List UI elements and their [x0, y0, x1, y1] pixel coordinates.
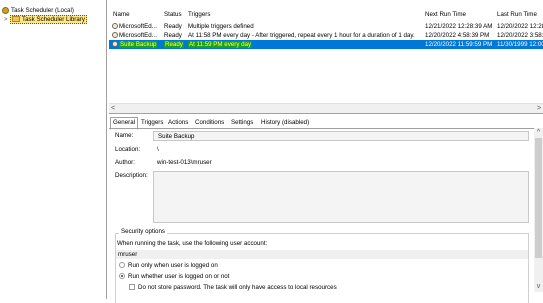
task-list: Name Status Triggers Next Run Time Last … [109, 0, 543, 114]
radio-label: Run whether user is logged on or not [128, 273, 230, 280]
column-header-status[interactable]: Status [164, 10, 182, 19]
task-status: Ready [164, 32, 182, 39]
tab-settings[interactable]: Settings [229, 118, 255, 128]
author-value: win-test-013\mruser [157, 159, 212, 166]
navigation-tree: Task Scheduler (Local) > Task Scheduler L… [0, 0, 107, 299]
checkbox-label: Do not store password. The task will onl… [138, 284, 337, 291]
task-triggers: Multiple triggers defined [188, 23, 254, 30]
column-header-name[interactable]: Name [113, 10, 130, 19]
radio-selected-icon [119, 273, 125, 280]
tree-item-root[interactable]: Task Scheduler (Local) [2, 6, 74, 15]
tab-conditions[interactable]: Conditions [193, 118, 226, 128]
radio-icon [119, 262, 125, 269]
table-row-selected[interactable]: Suite Backup Ready At 11:59 PM every day… [109, 40, 543, 49]
author-label: Author: [115, 159, 135, 166]
task-icon [112, 41, 118, 48]
column-header-last-run[interactable]: Last Run Time [497, 10, 537, 19]
table-row[interactable]: MicrosoftEd... Ready At 11:58 PM every d… [109, 31, 543, 40]
clock-icon [2, 6, 9, 14]
scroll-left-icon[interactable]: < [109, 104, 117, 113]
task-icon [112, 23, 118, 30]
tab-history[interactable]: History (disabled) [259, 118, 311, 128]
tab-divider [109, 128, 534, 129]
task-icon [112, 32, 118, 39]
description-field[interactable] [153, 171, 529, 223]
location-label: Location: [115, 146, 141, 153]
scroll-down-icon[interactable]: v [534, 282, 543, 291]
task-status: Ready [164, 23, 182, 30]
task-last-run: 12/20/2022 3:58: [497, 32, 543, 39]
tab-actions[interactable]: Actions [166, 118, 190, 128]
account-prompt: When running the task, use the following… [117, 240, 268, 247]
task-properties-pane: General Triggers Actions Conditions Sett… [109, 114, 543, 303]
task-triggers: At 11:58 PM every day - After triggered,… [188, 32, 415, 39]
task-last-run: 11/30/1999 12:00 [497, 41, 543, 48]
scroll-up-icon[interactable]: ^ [534, 128, 543, 137]
checkbox-icon [129, 284, 135, 291]
name-field[interactable]: Suite Backup [153, 131, 529, 141]
vertical-scrollbar[interactable]: ^ v [534, 128, 543, 292]
name-label: Name: [115, 132, 134, 139]
radio-run-when-logged-on[interactable]: Run only when user is logged on [119, 262, 218, 269]
description-label: Description: [115, 172, 148, 179]
radio-label: Run only when user is logged on [128, 262, 218, 269]
task-name: MicrosoftEd... [119, 23, 157, 30]
task-status: Ready [164, 41, 184, 48]
horizontal-scrollbar[interactable]: < > [109, 103, 543, 113]
task-last-run: 12/20/2022 12:28 [497, 23, 543, 30]
scrollbar-thumb[interactable] [535, 138, 542, 258]
table-row[interactable]: MicrosoftEd... Ready Multiple triggers d… [109, 22, 543, 31]
task-name: Suite Backup [119, 41, 158, 48]
folder-icon [12, 16, 20, 23]
task-next-run: 12/20/2022 11:59:59 PM [425, 41, 493, 48]
task-next-run: 12/21/2022 12:28:39 AM [425, 23, 493, 30]
task-name: MicrosoftEd... [119, 32, 157, 39]
task-next-run: 12/20/2022 4:58:39 PM [425, 32, 490, 39]
radio-run-whether-logged-on[interactable]: Run whether user is logged on or not [119, 273, 229, 280]
location-value: \ [157, 146, 159, 153]
checkbox-do-not-store-password[interactable]: Do not store password. The task will onl… [129, 284, 337, 291]
scroll-right-icon[interactable]: > [535, 104, 543, 113]
tab-triggers[interactable]: Triggers [139, 118, 165, 128]
column-header-triggers[interactable]: Triggers [188, 10, 210, 19]
tree-item-root-label: Task Scheduler (Local) [11, 7, 74, 14]
tree-item-library[interactable]: > Task Scheduler Library [4, 15, 87, 24]
task-triggers: At 11:59 PM every day [188, 41, 253, 48]
user-account-field: mruser [116, 250, 528, 259]
tree-item-library-label: Task Scheduler Library [22, 16, 85, 23]
security-options-legend: Security options [119, 228, 168, 235]
column-header-next-run[interactable]: Next Run Time [425, 10, 466, 19]
